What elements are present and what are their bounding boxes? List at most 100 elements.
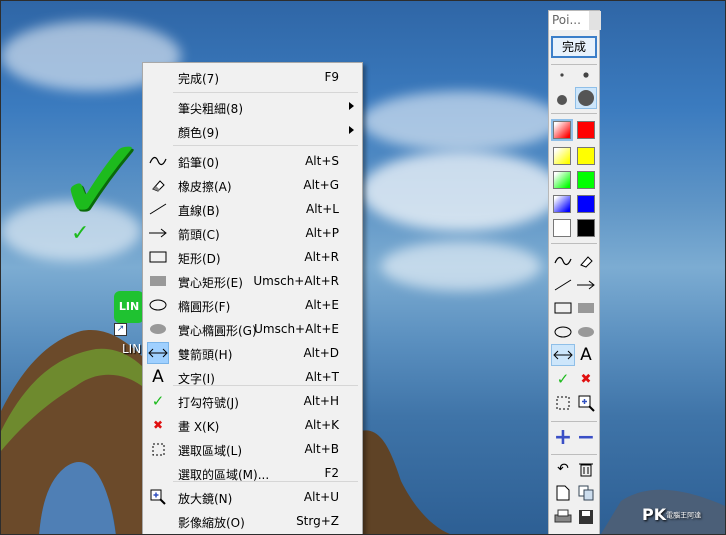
trash-icon[interactable] xyxy=(575,458,597,480)
rock-arch xyxy=(1,330,142,534)
filled-rectangle-tool-icon[interactable] xyxy=(575,297,597,319)
palette-titlebar[interactable]: Poi... xyxy=(549,11,601,30)
submenu-arrow-icon xyxy=(349,126,354,134)
select-region-icon xyxy=(147,438,169,460)
watermark: PK電腦王阿達 xyxy=(642,505,701,524)
filled-ellipse-tool-icon[interactable] xyxy=(575,321,597,343)
copy-icon[interactable] xyxy=(575,482,597,504)
menu-separator xyxy=(173,92,358,93)
menu-item[interactable]: 橢圓形(F) Alt+E xyxy=(143,293,362,317)
color-swatch[interactable] xyxy=(577,147,595,165)
text-icon: A xyxy=(152,367,164,387)
menu-item-label: 顏色(9) xyxy=(178,126,219,140)
color-swatch[interactable] xyxy=(553,195,571,213)
context-menu: 完成(7) F9 筆尖粗細(8) 顏色(9) 鉛筆(0) Alt+S 橡皮擦(A) Alt+G… xyxy=(142,62,363,534)
menu-item-label: 選取的區域(M)... xyxy=(178,468,270,482)
menu-item-label: 鉛筆(0) xyxy=(178,156,219,170)
watermark-main: PK xyxy=(642,505,667,524)
menu-item-shortcut: Alt+P xyxy=(305,226,339,240)
text-tool-icon[interactable]: A xyxy=(575,344,597,366)
line-tool-icon[interactable] xyxy=(552,274,574,296)
select-region-tool-icon[interactable] xyxy=(552,392,574,414)
eraser-tool-icon[interactable] xyxy=(575,250,597,272)
menu-item[interactable]: 橡皮擦(A) Alt+G xyxy=(143,173,362,197)
pen-size-medium-icon[interactable] xyxy=(551,89,573,111)
new-page-icon[interactable] xyxy=(552,482,574,504)
color-swatch[interactable] xyxy=(577,195,595,213)
color-swatch[interactable] xyxy=(577,171,595,189)
menu-item-shortcut: Alt+G xyxy=(303,178,339,192)
palette-grip[interactable] xyxy=(589,11,601,30)
tool-palette: Poi... 完成 A ✓ ✖ + − ↶ xyxy=(548,10,601,534)
watermark-sub: 電腦王阿達 xyxy=(666,511,702,520)
palette-divider xyxy=(551,243,597,244)
double-arrow-tool-icon[interactable] xyxy=(551,344,575,366)
menu-separator xyxy=(173,145,358,146)
x-tool-icon[interactable]: ✖ xyxy=(575,368,597,390)
checkmark-icon: ✓ xyxy=(151,392,165,410)
menu-item-label: 直線(B) xyxy=(178,204,220,218)
line-app-icon[interactable]: LIN xyxy=(114,291,144,323)
menu-item-label: 完成(7) xyxy=(178,72,219,86)
screen: ✓ ✓ LIN ↗ LIN 完成(7) F9 筆尖粗細(8) 顏色(9) 鉛筆(0) Al… xyxy=(0,0,726,535)
menu-item[interactable]: 實心橢圓形(G) Umsch+Alt+E xyxy=(143,317,362,341)
menu-item[interactable]: 直線(B) Alt+L xyxy=(143,197,362,221)
undo-icon[interactable]: ↶ xyxy=(552,458,574,480)
color-swatch[interactable] xyxy=(553,147,571,165)
zoom-in-icon[interactable]: + xyxy=(552,425,574,450)
filled-rectangle-icon xyxy=(147,270,169,292)
arrow-icon xyxy=(147,222,169,244)
menu-item[interactable]: 矩形(D) Alt+R xyxy=(143,245,362,269)
menu-item[interactable]: 選取的區域(M)... F2 xyxy=(143,461,362,485)
menu-item[interactable]: 放大鏡(N) Alt+U xyxy=(143,485,362,509)
color-swatch[interactable] xyxy=(553,171,571,189)
menu-item[interactable]: 影像縮放(O) Strg+Z xyxy=(143,509,362,533)
check-tool-icon[interactable]: ✓ xyxy=(552,368,574,390)
menu-item[interactable]: 顏色(9) xyxy=(143,119,362,143)
menu-item[interactable]: ✓ 打勾符號(J) Alt+H xyxy=(143,389,362,413)
menu-item-label: 橡皮擦(A) xyxy=(178,180,232,194)
rock-far-right xyxy=(601,489,725,534)
palette-title: Poi... xyxy=(552,13,581,27)
filled-ellipse-icon xyxy=(147,318,169,340)
menu-item[interactable]: ✖ 畫 X(K) Alt+K xyxy=(143,413,362,437)
menu-item[interactable]: 筆尖粗細(8) xyxy=(143,95,362,119)
line-app-label[interactable]: LIN xyxy=(122,342,141,356)
zoom-out-icon[interactable]: − xyxy=(575,425,597,450)
pen-size-large-icon[interactable] xyxy=(575,87,597,109)
menu-item[interactable]: 實心矩形(E) Umsch+Alt+R xyxy=(143,269,362,293)
rectangle-tool-icon[interactable] xyxy=(552,297,574,319)
menu-item-shortcut: Alt+L xyxy=(306,202,339,216)
menu-item-shortcut: F2 xyxy=(324,466,339,480)
menu-item-shortcut: Alt+K xyxy=(304,418,339,432)
x-mark-icon: ✖ xyxy=(152,418,164,432)
rectangle-icon xyxy=(147,246,169,268)
pen-size-small-icon[interactable] xyxy=(575,64,597,86)
menu-item[interactable]: 完成(7) F9 xyxy=(143,65,362,89)
arrow-tool-icon[interactable] xyxy=(575,274,597,296)
menu-item[interactable]: 箭頭(C) Alt+P xyxy=(143,221,362,245)
color-swatch[interactable] xyxy=(551,119,573,141)
done-button[interactable]: 完成 xyxy=(551,36,597,58)
menu-item[interactable]: 雙箭頭(H) Alt+D xyxy=(143,341,362,365)
save-icon[interactable] xyxy=(575,506,597,528)
menu-item-shortcut: F9 xyxy=(324,70,339,84)
color-swatch[interactable] xyxy=(577,219,595,237)
print-icon[interactable] xyxy=(552,506,574,528)
menu-item[interactable]: 鉛筆(0) Alt+S xyxy=(143,149,362,173)
shortcut-arrow-icon: ↗ xyxy=(114,323,127,336)
menu-item-label: 雙箭頭(H) xyxy=(178,348,233,362)
color-swatch[interactable] xyxy=(553,219,571,237)
menu-item[interactable]: 選取區域(L) Alt+B xyxy=(143,437,362,461)
magnifier-tool-icon[interactable] xyxy=(575,392,597,414)
menu-item-shortcut: Alt+S xyxy=(305,154,339,168)
menu-item-label: 實心矩形(E) xyxy=(178,276,243,290)
pencil-tool-icon[interactable] xyxy=(552,250,574,272)
menu-item-label: 實心橢圓形(G) xyxy=(178,324,257,338)
menu-item-shortcut: Strg+Z xyxy=(296,514,339,528)
drawn-checkmark-icon: ✓ xyxy=(53,111,152,249)
ellipse-tool-icon[interactable] xyxy=(552,321,574,343)
menu-item[interactable]: A 文字(I) Alt+T xyxy=(143,365,362,389)
pen-size-tiny-icon[interactable] xyxy=(551,64,573,86)
color-swatch[interactable] xyxy=(577,121,595,139)
